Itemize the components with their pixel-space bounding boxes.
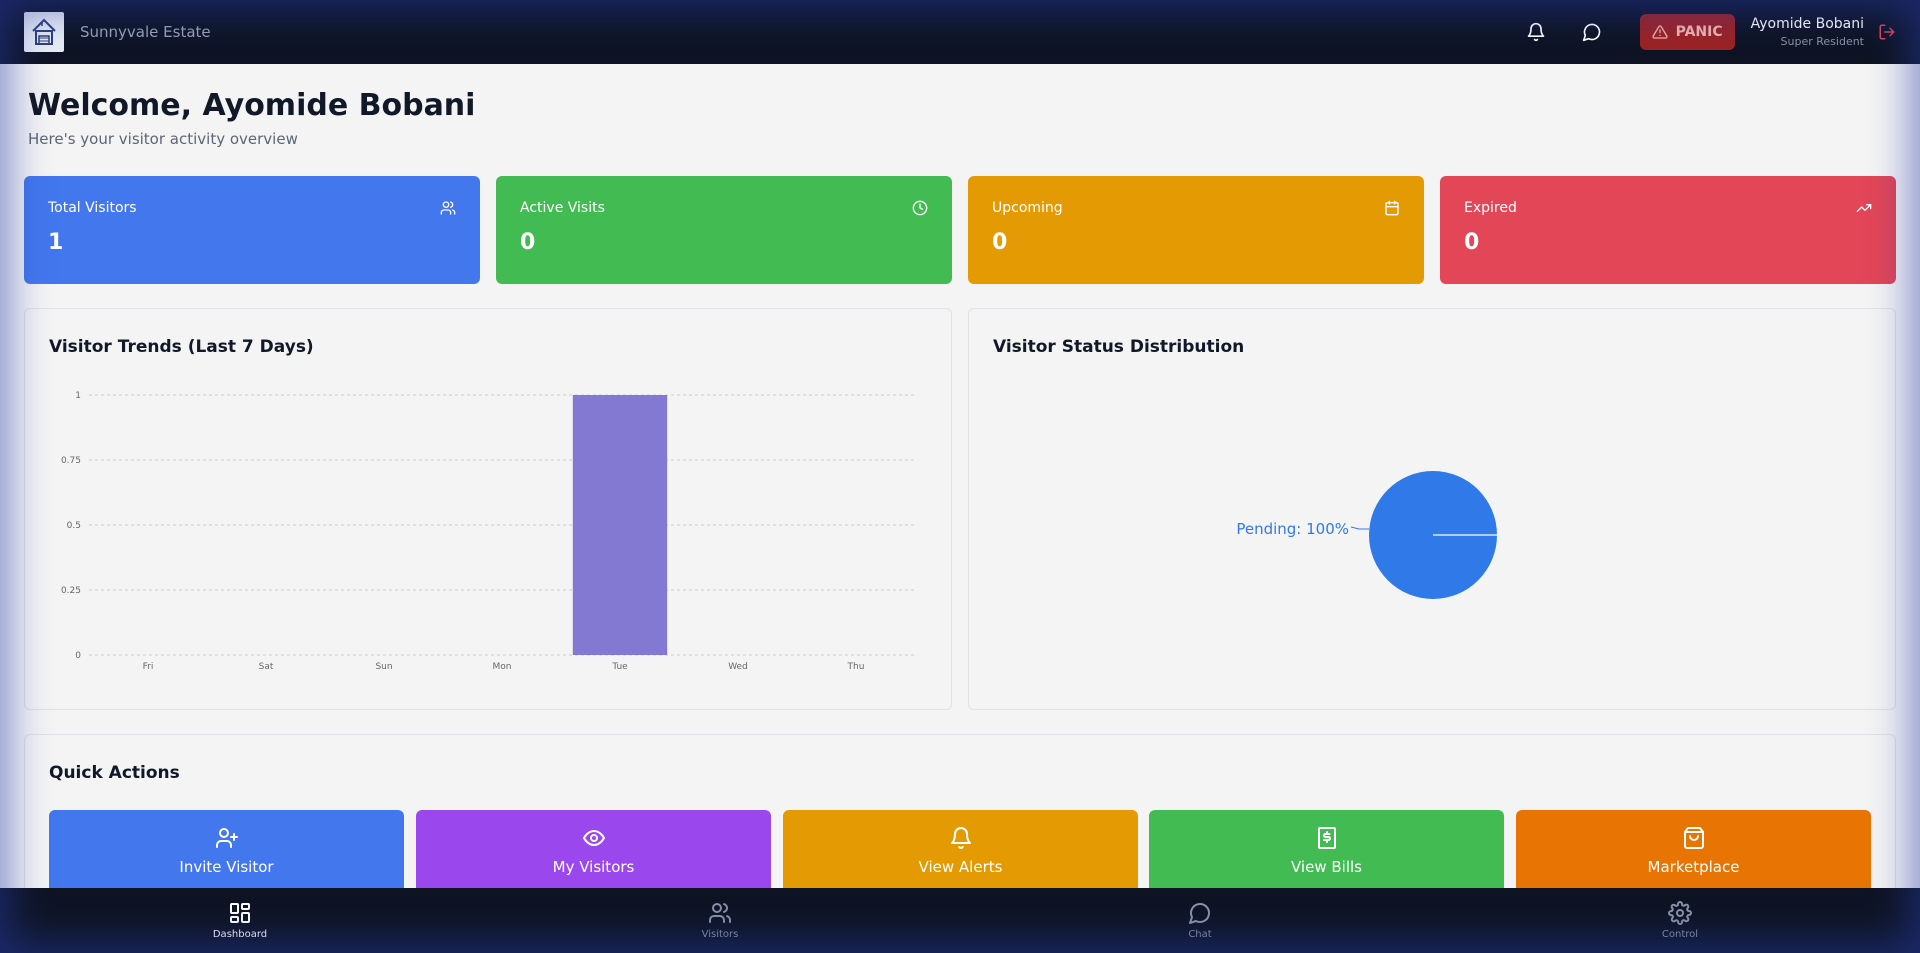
x-tick-label: Tue xyxy=(611,662,628,672)
stat-value: 0 xyxy=(992,230,1008,255)
invite-visitor-button[interactable]: Invite Visitor xyxy=(49,810,404,890)
bell-icon xyxy=(1527,22,1544,42)
y-tick-label: 0.5 xyxy=(67,521,81,531)
user-info: Ayomide Bobani Super Resident xyxy=(1751,16,1864,48)
nav-label: Dashboard xyxy=(212,929,268,940)
user-plus-icon xyxy=(215,828,238,848)
view-alerts-button[interactable]: View Alerts xyxy=(783,810,1138,890)
nav-item-chat[interactable]: Chat xyxy=(960,888,1440,953)
y-tick-label: 1 xyxy=(75,391,81,401)
quick-action-label: View Alerts xyxy=(918,858,1003,876)
view-bills-button[interactable]: View Bills xyxy=(1149,810,1504,890)
chat-icon xyxy=(1582,23,1600,42)
receipt-icon xyxy=(1317,827,1336,849)
dashboard-icon xyxy=(230,903,250,923)
stat-label: Upcoming xyxy=(992,200,1063,216)
nav-label: Visitors xyxy=(701,929,739,940)
x-tick-label: Sun xyxy=(375,662,392,672)
panic-button[interactable]: PANIC xyxy=(1639,14,1735,50)
y-tick-label: 0.25 xyxy=(61,586,81,596)
user-name: Ayomide Bobani xyxy=(1750,16,1864,32)
pie-slice-label: Pending: 100% xyxy=(1236,520,1349,538)
bell-icon xyxy=(950,827,971,849)
nav-label: Chat xyxy=(1188,929,1212,940)
nav-item-dashboard[interactable]: Dashboard xyxy=(0,888,480,953)
nav-item-control[interactable]: Control xyxy=(1440,888,1920,953)
x-tick-label: Thu xyxy=(847,662,865,672)
x-tick-label: Wed xyxy=(728,662,748,672)
stat-card-expired[interactable]: Expired 0 xyxy=(1440,176,1896,284)
trending-up-icon xyxy=(1856,204,1872,212)
logout-button[interactable] xyxy=(1878,23,1896,41)
logout-icon xyxy=(1879,24,1895,40)
stat-label: Expired xyxy=(1464,200,1517,216)
x-tick-label: Mon xyxy=(493,662,512,672)
stat-value: 0 xyxy=(520,230,536,255)
stat-value: 1 xyxy=(48,230,64,255)
estate-logo[interactable] xyxy=(24,12,64,52)
pie-label-leader xyxy=(1350,526,1369,530)
quick-actions-title: Quick Actions xyxy=(49,763,180,783)
marketplace-button[interactable]: Marketplace xyxy=(1516,810,1871,890)
nav-label: Control xyxy=(1661,929,1699,940)
quick-action-label: My Visitors xyxy=(552,858,635,876)
quick-action-label: Invite Visitor xyxy=(179,858,274,876)
page-title: Welcome, Ayomide Bobani xyxy=(28,88,476,123)
bar-tue[interactable] xyxy=(572,395,668,655)
user-role: Super Resident xyxy=(1780,35,1864,48)
y-tick-label: 0 xyxy=(75,651,81,661)
y-tick-label: 0.75 xyxy=(61,456,81,466)
stat-card-total-visitors[interactable]: Total Visitors 1 xyxy=(24,176,480,284)
visitor-trends-chart: 0 0.25 0.5 0.75 1 Fri Sat Sun Mon Tue Wed Thu xyxy=(61,391,915,672)
stat-value: 0 xyxy=(1464,230,1480,255)
visitor-trends-panel: Visitor Trends (Last 7 Days) 0 0.25 0.5 0.7… xyxy=(24,308,952,710)
users-icon xyxy=(440,201,456,215)
house-logo-icon xyxy=(32,18,56,45)
bottom-navigation: Dashboard Visitors Chat Control xyxy=(0,888,1920,953)
status-distribution-panel: Visitor Status Distribution Pending: 100… xyxy=(968,308,1896,710)
top-bar: Sunnyvale Estate PANIC Ayomide Bobani Su… xyxy=(0,0,1920,64)
clock-icon xyxy=(912,200,928,216)
header-actions: PANIC Ayomide Bobani Super Resident xyxy=(1500,12,1896,52)
status-distribution-chart: Pending: 100% xyxy=(1236,471,1497,599)
x-tick-label: Fri xyxy=(143,662,154,672)
messages-button[interactable] xyxy=(1572,12,1612,52)
nav-item-visitors[interactable]: Visitors xyxy=(480,888,960,953)
stat-label: Total Visitors xyxy=(48,200,137,216)
quick-action-label: View Bills xyxy=(1291,858,1362,876)
stat-label: Active Visits xyxy=(520,200,605,216)
stat-card-upcoming[interactable]: Upcoming 0 xyxy=(968,176,1424,284)
gear-icon xyxy=(1668,901,1692,925)
panic-label: PANIC xyxy=(1675,24,1723,40)
warning-icon xyxy=(1652,25,1668,39)
shopping-bag-icon xyxy=(1683,827,1704,849)
eye-icon xyxy=(582,830,605,846)
stat-card-active-visits[interactable]: Active Visits 0 xyxy=(496,176,952,284)
estate-name: Sunnyvale Estate xyxy=(80,23,211,41)
x-tick-label: Sat xyxy=(259,662,274,672)
notifications-button[interactable] xyxy=(1516,12,1556,52)
chat-icon xyxy=(1189,903,1210,924)
calendar-icon xyxy=(1385,200,1399,216)
my-visitors-button[interactable]: My Visitors xyxy=(416,810,771,890)
page-subtitle: Here's your visitor activity overview xyxy=(28,130,298,148)
users-icon xyxy=(709,903,731,923)
quick-action-label: Marketplace xyxy=(1647,858,1740,876)
